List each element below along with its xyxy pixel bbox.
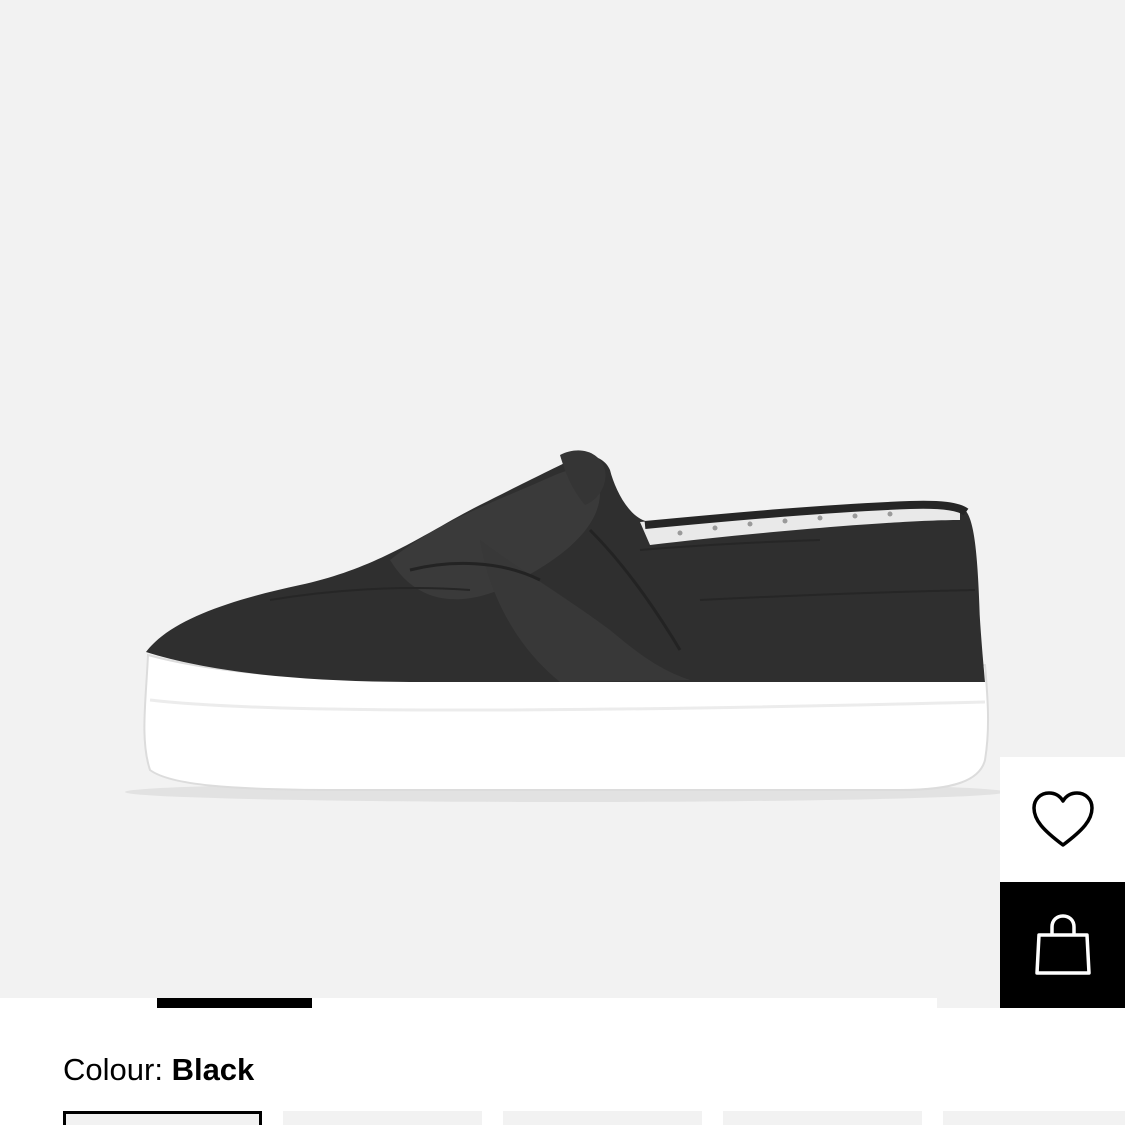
- colour-swatch[interactable]: [943, 1111, 1125, 1125]
- colour-swatch-list: [0, 1111, 1125, 1125]
- colour-swatch[interactable]: [283, 1111, 482, 1125]
- colour-value: Black: [171, 1052, 255, 1087]
- product-image-slip-on-sneaker: [125, 450, 1005, 802]
- shopping-bag-icon: [1034, 914, 1091, 975]
- colour-info: Colour: Black: [63, 1050, 254, 1090]
- add-to-wishlist-button[interactable]: [1000, 757, 1125, 882]
- product-gallery[interactable]: [0, 0, 1125, 1008]
- gallery-progress-indicator: [157, 998, 312, 1008]
- add-to-bag-button[interactable]: [1000, 882, 1125, 1008]
- colour-swatch[interactable]: [503, 1111, 702, 1125]
- colour-swatch-selected[interactable]: [63, 1111, 262, 1125]
- heart-outline-icon: [1031, 790, 1094, 847]
- gallery-progress-track: [0, 998, 937, 1008]
- colour-swatch[interactable]: [723, 1111, 922, 1125]
- colour-label: Colour:: [63, 1052, 163, 1087]
- product-page: Colour: Black: [0, 0, 1125, 1125]
